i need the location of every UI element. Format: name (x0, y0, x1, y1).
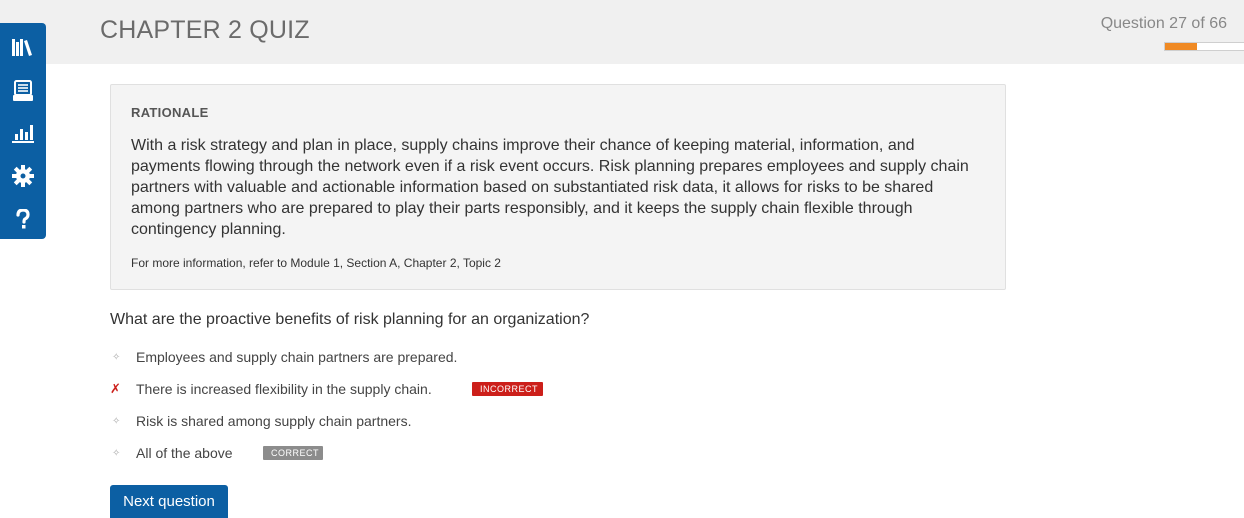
answer-option[interactable]: ✧ All of the above CORRECT (110, 443, 323, 463)
page-title: CHAPTER 2 QUIZ (100, 16, 310, 44)
answer-option[interactable]: ✧ Risk is shared among supply chain part… (110, 411, 411, 431)
rationale-panel: RATIONALE With a risk strategy and plan … (110, 84, 1006, 290)
sidebar (0, 23, 46, 239)
bullet-icon: ✧ (112, 447, 121, 459)
rationale-text: With a risk strategy and plan in place, … (131, 137, 969, 238)
next-question-button[interactable]: Next question (110, 485, 228, 518)
answer-text: Risk is shared among supply chain partne… (136, 413, 412, 429)
progress-fill (1165, 43, 1198, 50)
sidebar-item-stats[interactable] (0, 113, 46, 153)
stats-icon (12, 123, 34, 143)
rationale-heading: RATIONALE (131, 105, 209, 120)
bullet-icon: ✧ (112, 351, 121, 363)
question-text: What are the proactive benefits of risk … (110, 311, 590, 328)
progress-bar (1164, 42, 1244, 51)
library-icon (12, 38, 34, 56)
sidebar-item-flashcards[interactable] (0, 71, 46, 111)
help-icon (15, 209, 31, 229)
sidebar-item-settings[interactable] (0, 156, 46, 196)
header-bar: CHAPTER 2 QUIZ Question 27 of 66 (0, 0, 1244, 64)
gear-icon (12, 165, 34, 187)
correct-badge: CORRECT (263, 446, 323, 460)
incorrect-badge: INCORRECT (472, 382, 543, 396)
answer-text: All of the above (136, 445, 233, 461)
bullet-icon: ✧ (112, 415, 121, 427)
question-counter: Question 27 of 66 (1100, 15, 1227, 32)
answer-text: There is increased flexibility in the su… (136, 381, 432, 397)
answer-text: Employees and supply chain partners are … (136, 349, 458, 365)
sidebar-item-library[interactable] (0, 27, 46, 67)
sidebar-item-help[interactable] (0, 199, 46, 239)
rationale-reference: For more information, refer to Module 1,… (131, 256, 501, 270)
answer-option[interactable]: ✗ There is increased flexibility in the … (110, 379, 543, 399)
flashcards-icon (13, 80, 33, 102)
answer-option[interactable]: ✧ Employees and supply chain partners ar… (110, 347, 457, 367)
incorrect-x-icon: ✗ (110, 381, 121, 396)
